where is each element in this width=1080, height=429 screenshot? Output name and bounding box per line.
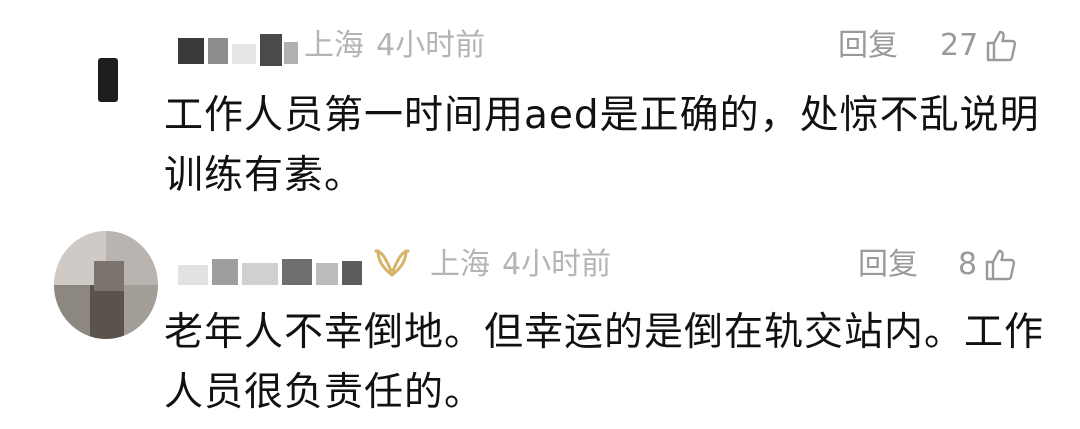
vip-badge-icon: [372, 247, 412, 281]
comment-time: 4小时前: [376, 28, 486, 63]
avatar[interactable]: [98, 58, 118, 102]
like-button[interactable]: 27: [940, 28, 1018, 64]
comment-location: 上海: [304, 28, 364, 63]
username-blurred[interactable]: [178, 249, 368, 293]
thumbs-up-icon: [984, 29, 1018, 63]
username-blurred[interactable]: [178, 30, 302, 74]
avatar[interactable]: [54, 231, 158, 339]
reply-button[interactable]: 回复: [858, 247, 918, 283]
comment-text: 工作人员第一时间用aed是正确的，处惊不乱说明训练有素。: [164, 93, 1040, 198]
comment-text: 老年人不幸倒地。但幸运的是倒在轨交站内。工作人员很负责任的。: [164, 310, 1045, 415]
like-count: 8: [958, 247, 978, 282]
comment-item: 上海 4小时前 回复 8 老年人不幸倒地。但幸运的是倒在轨交站内。工作人员很负责…: [0, 215, 1080, 429]
reply-button[interactable]: 回复: [838, 28, 898, 64]
comment-location: 上海: [430, 247, 490, 282]
comment-time: 4小时前: [502, 247, 612, 282]
thumbs-up-icon: [983, 248, 1017, 282]
like-button[interactable]: 8: [958, 247, 1017, 283]
like-count: 27: [940, 28, 979, 63]
comment-item: 上海 4小时前 回复 27 工作人员第一时间用aed是正确的，处惊不乱说明训练有…: [0, 0, 1080, 215]
